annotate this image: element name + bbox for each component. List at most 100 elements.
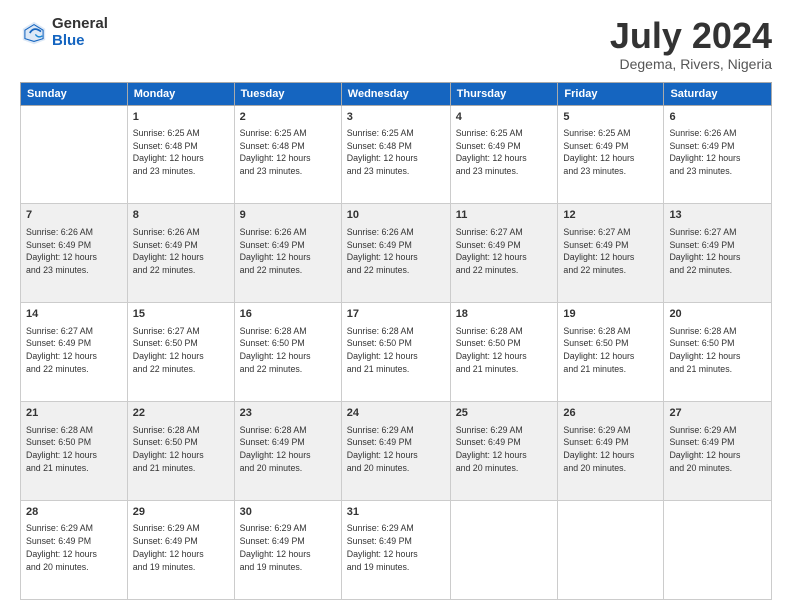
table-row: 12Sunrise: 6:27 AM Sunset: 6:49 PM Dayli… [558, 204, 664, 303]
col-saturday: Saturday [664, 82, 772, 105]
table-row: 30Sunrise: 6:29 AM Sunset: 6:49 PM Dayli… [234, 501, 341, 600]
table-row: 25Sunrise: 6:29 AM Sunset: 6:49 PM Dayli… [450, 402, 558, 501]
logo: General Blue [20, 16, 108, 49]
title-block: July 2024 Degema, Rivers, Nigeria [610, 16, 772, 72]
calendar-week-row: 28 Sunrise: 6:29 AM Sunset: 6:49 PM Dayli… [21, 501, 772, 600]
day-number: 25 [456, 406, 553, 421]
day-number: 5 [563, 110, 658, 125]
day-number: 23 [240, 406, 336, 421]
day-number: 27 [669, 406, 766, 421]
calendar-week-row: 7Sunrise: 6:26 AM Sunset: 6:49 PM Daylig… [21, 204, 772, 303]
table-row: 10 Sunrise: 6:26 AM Sunset: 6:49 PM Dayli… [341, 204, 450, 303]
table-row: 21 Sunrise: 6:28 AM Sunset: 6:50 PM Dayli… [21, 402, 128, 501]
table-row: 17Sunrise: 6:28 AM Sunset: 6:50 PM Dayli… [341, 303, 450, 402]
day-number: 18 [456, 307, 553, 322]
table-row: 18 Sunrise: 6:28 AM Sunset: 6:50 PM Dayli… [450, 303, 558, 402]
table-row [558, 501, 664, 600]
day-info: Sunrise: 6:25 AM Sunset: 6:48 PM Dayligh… [347, 127, 445, 178]
table-row: 31 Sunrise: 6:29 AM Sunset: 6:49 PM Dayli… [341, 501, 450, 600]
table-row: 19Sunrise: 6:28 AM Sunset: 6:50 PM Dayli… [558, 303, 664, 402]
table-row: 24Sunrise: 6:29 AM Sunset: 6:49 PM Dayli… [341, 402, 450, 501]
table-row: 27 Sunrise: 6:29 AM Sunset: 6:49 PM Dayli… [664, 402, 772, 501]
table-row [450, 501, 558, 600]
general-blue-logo-icon [20, 19, 48, 47]
day-info: Sunrise: 6:28 AM Sunset: 6:49 PM Dayligh… [240, 424, 336, 475]
day-number: 24 [347, 406, 445, 421]
col-monday: Monday [127, 82, 234, 105]
table-row: 8Sunrise: 6:26 AM Sunset: 6:49 PM Daylig… [127, 204, 234, 303]
day-number: 14 [26, 307, 122, 322]
table-row: 26Sunrise: 6:29 AM Sunset: 6:49 PM Dayli… [558, 402, 664, 501]
header: General Blue July 2024 Degema, Rivers, N… [20, 16, 772, 72]
day-info: Sunrise: 6:27 AM Sunset: 6:49 PM Dayligh… [26, 325, 122, 376]
table-row: 13Sunrise: 6:27 AM Sunset: 6:49 PM Dayli… [664, 204, 772, 303]
day-info: Sunrise: 6:27 AM Sunset: 6:49 PM Dayligh… [669, 226, 766, 277]
day-info: Sunrise: 6:28 AM Sunset: 6:50 PM Dayligh… [669, 325, 766, 376]
day-number: 30 [240, 505, 336, 520]
table-row: 4Sunrise: 6:25 AM Sunset: 6:49 PM Daylig… [450, 105, 558, 204]
table-row: 29 Sunrise: 6:29 AM Sunset: 6:49 PM Dayli… [127, 501, 234, 600]
table-row: 7Sunrise: 6:26 AM Sunset: 6:49 PM Daylig… [21, 204, 128, 303]
day-info: Sunrise: 6:26 AM Sunset: 6:49 PM Dayligh… [133, 226, 229, 277]
day-info: Sunrise: 6:27 AM Sunset: 6:49 PM Dayligh… [456, 226, 553, 277]
page: General Blue July 2024 Degema, Rivers, N… [0, 0, 792, 612]
table-row: 14 Sunrise: 6:27 AM Sunset: 6:49 PM Dayli… [21, 303, 128, 402]
day-number: 10 [347, 208, 445, 223]
table-row: 22 Sunrise: 6:28 AM Sunset: 6:50 PM Dayli… [127, 402, 234, 501]
table-row: 23 Sunrise: 6:28 AM Sunset: 6:49 PM Dayli… [234, 402, 341, 501]
day-info: Sunrise: 6:26 AM Sunset: 6:49 PM Dayligh… [347, 226, 445, 277]
day-info: Sunrise: 6:29 AM Sunset: 6:49 PM Dayligh… [669, 424, 766, 475]
col-thursday: Thursday [450, 82, 558, 105]
table-row: 1Sunrise: 6:25 AM Sunset: 6:48 PM Daylig… [127, 105, 234, 204]
logo-text: General Blue [52, 16, 108, 49]
table-row [664, 501, 772, 600]
col-wednesday: Wednesday [341, 82, 450, 105]
calendar-table: Sunday Monday Tuesday Wednesday Thursday… [20, 82, 772, 600]
day-info: Sunrise: 6:28 AM Sunset: 6:50 PM Dayligh… [347, 325, 445, 376]
day-number: 22 [133, 406, 229, 421]
day-number: 29 [133, 505, 229, 520]
day-info: Sunrise: 6:28 AM Sunset: 6:50 PM Dayligh… [563, 325, 658, 376]
table-row: 28 Sunrise: 6:29 AM Sunset: 6:49 PM Dayli… [21, 501, 128, 600]
day-info: Sunrise: 6:28 AM Sunset: 6:50 PM Dayligh… [26, 424, 122, 475]
day-number: 11 [456, 208, 553, 223]
day-info: Sunrise: 6:28 AM Sunset: 6:50 PM Dayligh… [240, 325, 336, 376]
col-tuesday: Tuesday [234, 82, 341, 105]
day-info: Sunrise: 6:26 AM Sunset: 6:49 PM Dayligh… [26, 226, 122, 277]
day-info: Sunrise: 6:29 AM Sunset: 6:49 PM Dayligh… [26, 522, 122, 573]
day-number: 21 [26, 406, 122, 421]
day-info: Sunrise: 6:26 AM Sunset: 6:49 PM Dayligh… [669, 127, 766, 178]
day-info: Sunrise: 6:25 AM Sunset: 6:49 PM Dayligh… [563, 127, 658, 178]
day-number: 12 [563, 208, 658, 223]
day-info: Sunrise: 6:29 AM Sunset: 6:49 PM Dayligh… [347, 522, 445, 573]
day-info: Sunrise: 6:25 AM Sunset: 6:48 PM Dayligh… [240, 127, 336, 178]
table-row: 2 Sunrise: 6:25 AM Sunset: 6:48 PM Daylig… [234, 105, 341, 204]
day-info: Sunrise: 6:28 AM Sunset: 6:50 PM Dayligh… [456, 325, 553, 376]
day-number: 9 [240, 208, 336, 223]
table-row: 15Sunrise: 6:27 AM Sunset: 6:50 PM Dayli… [127, 303, 234, 402]
day-number: 28 [26, 505, 122, 520]
logo-blue: Blue [52, 33, 108, 50]
day-number: 2 [240, 110, 336, 125]
table-row: 16 Sunrise: 6:28 AM Sunset: 6:50 PM Dayli… [234, 303, 341, 402]
day-info: Sunrise: 6:28 AM Sunset: 6:50 PM Dayligh… [133, 424, 229, 475]
table-row: 3 Sunrise: 6:25 AM Sunset: 6:48 PM Daylig… [341, 105, 450, 204]
day-info: Sunrise: 6:25 AM Sunset: 6:48 PM Dayligh… [133, 127, 229, 178]
day-number: 20 [669, 307, 766, 322]
day-info: Sunrise: 6:29 AM Sunset: 6:49 PM Dayligh… [563, 424, 658, 475]
table-row: 9Sunrise: 6:26 AM Sunset: 6:49 PM Daylig… [234, 204, 341, 303]
day-number: 4 [456, 110, 553, 125]
day-number: 16 [240, 307, 336, 322]
table-row: 6 Sunrise: 6:26 AM Sunset: 6:49 PM Daylig… [664, 105, 772, 204]
table-row: 20 Sunrise: 6:28 AM Sunset: 6:50 PM Dayli… [664, 303, 772, 402]
day-number: 3 [347, 110, 445, 125]
day-number: 31 [347, 505, 445, 520]
table-row: 5 Sunrise: 6:25 AM Sunset: 6:49 PM Daylig… [558, 105, 664, 204]
calendar-header-row: Sunday Monday Tuesday Wednesday Thursday… [21, 82, 772, 105]
day-info: Sunrise: 6:29 AM Sunset: 6:49 PM Dayligh… [133, 522, 229, 573]
day-number: 15 [133, 307, 229, 322]
col-friday: Friday [558, 82, 664, 105]
day-number: 6 [669, 110, 766, 125]
logo-general: General [52, 16, 108, 33]
table-row: 11 Sunrise: 6:27 AM Sunset: 6:49 PM Dayli… [450, 204, 558, 303]
